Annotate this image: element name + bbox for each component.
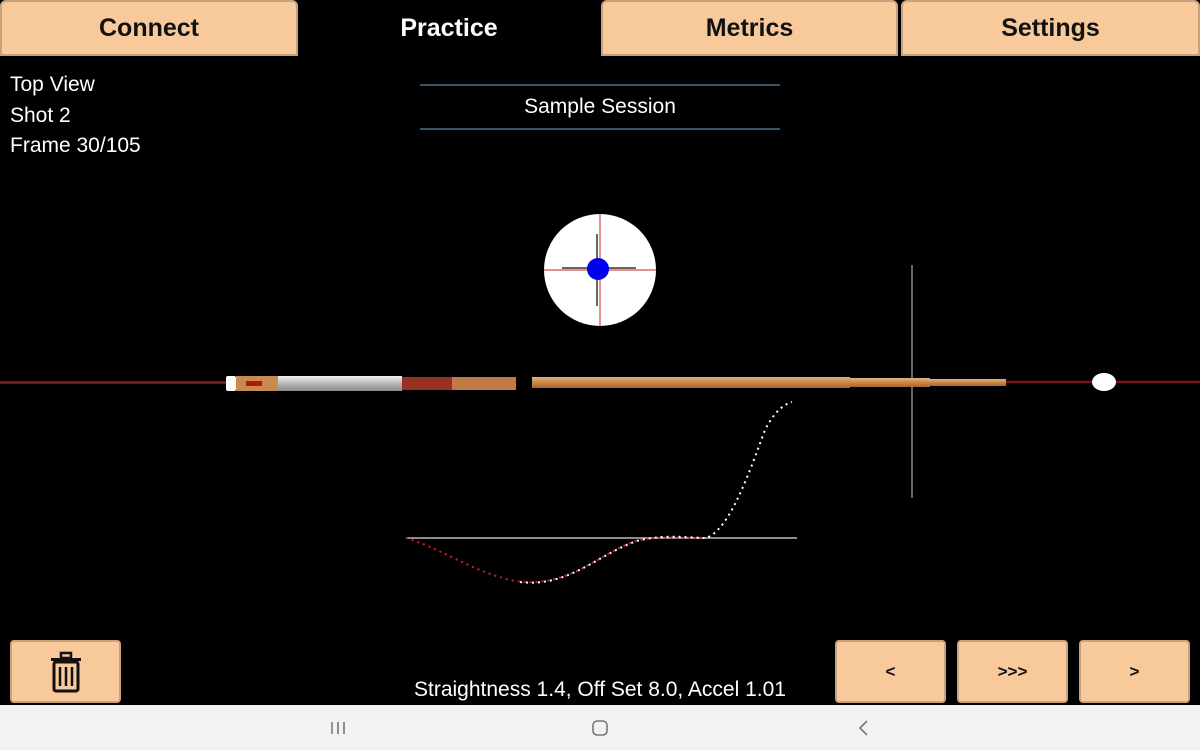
cue-shaft bbox=[532, 377, 850, 388]
cue-shaft-mid bbox=[850, 378, 930, 387]
tip-target bbox=[544, 214, 656, 326]
home-icon bbox=[592, 719, 608, 736]
cue-forearm-points bbox=[402, 377, 452, 390]
next-frame-button[interactable]: > bbox=[1079, 640, 1190, 703]
back-icon bbox=[858, 719, 868, 736]
trace-forward-stroke bbox=[519, 401, 793, 584]
cue-bumper bbox=[226, 376, 236, 391]
back-button[interactable] bbox=[834, 705, 894, 750]
stroke-trace bbox=[405, 401, 797, 584]
stroke-visualization bbox=[0, 214, 1200, 584]
system-nav-bar bbox=[0, 705, 1200, 750]
cue-ball bbox=[1092, 373, 1116, 391]
tip-position-dot bbox=[587, 258, 609, 280]
play-button[interactable]: >>> bbox=[957, 640, 1068, 703]
trace-backstroke bbox=[405, 536, 707, 584]
cue-stick bbox=[0, 373, 1200, 391]
delete-button[interactable] bbox=[10, 640, 121, 703]
home-button[interactable] bbox=[570, 705, 630, 750]
shot-stats: Straightness 1.4, Off Set 8.0, Accel 1.0… bbox=[413, 678, 786, 701]
cue-shaft-tip bbox=[930, 379, 1006, 386]
trash-icon bbox=[50, 651, 81, 692]
recents-button[interactable] bbox=[308, 705, 368, 750]
cue-wrap bbox=[278, 376, 402, 391]
cue-butt-inlay bbox=[246, 381, 262, 386]
recents-icon bbox=[331, 721, 345, 734]
